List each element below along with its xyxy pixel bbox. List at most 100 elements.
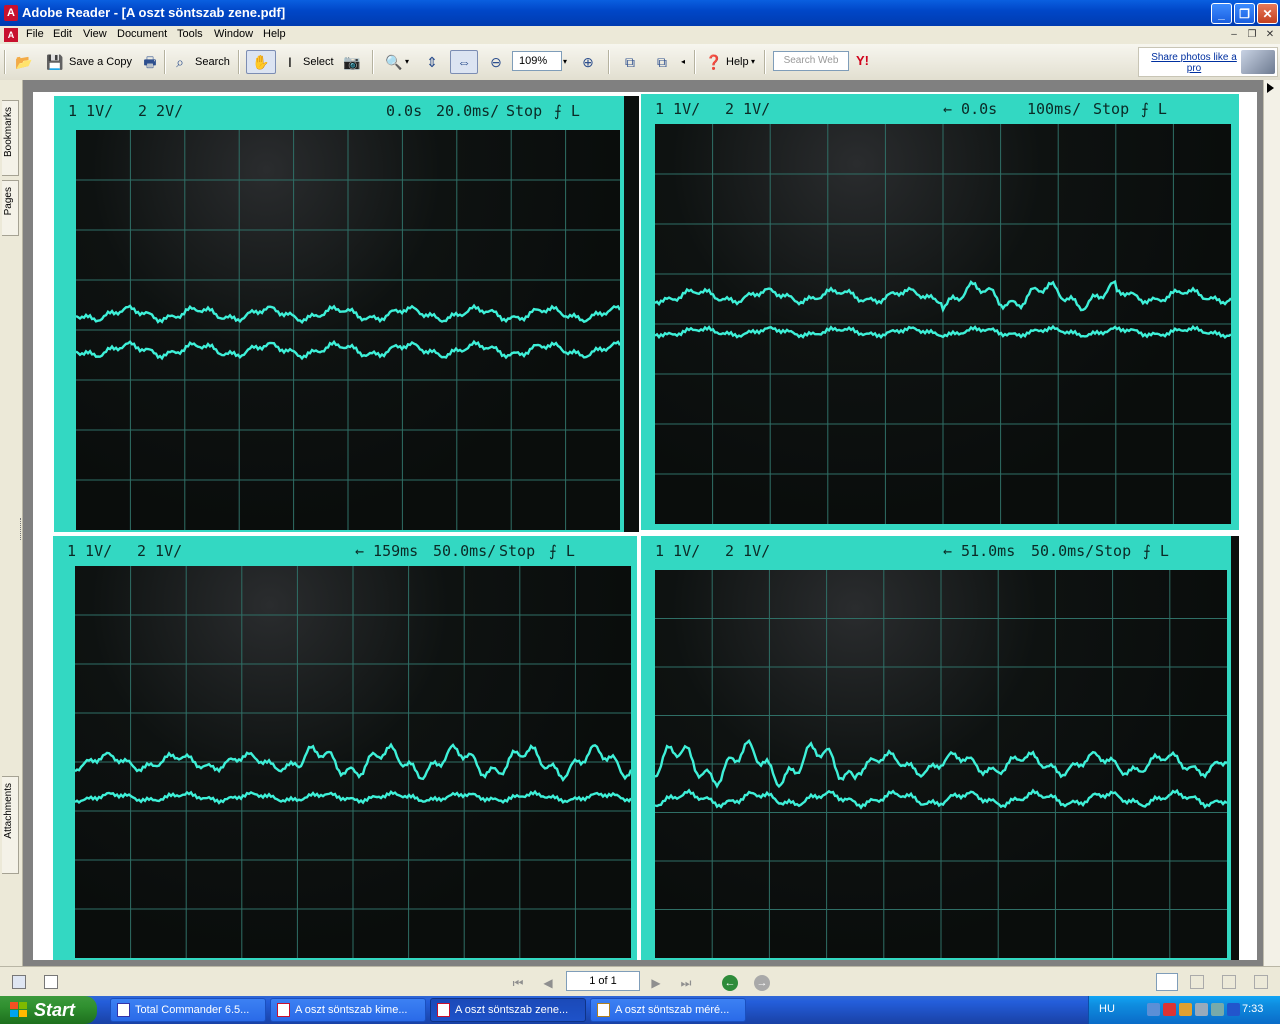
volume-icon[interactable] (1179, 1003, 1192, 1016)
first-page-icon[interactable]: ⏮ (510, 975, 526, 991)
attachments-tab[interactable]: Attachments (2, 776, 19, 874)
start-label: Start (34, 1000, 76, 1020)
scope-ch2: 2 1V/ (725, 542, 771, 560)
actual-size-icon[interactable]: ⇕ (422, 52, 442, 72)
doc-restore-icon[interactable]: ❐ (1245, 28, 1259, 41)
safely-remove-icon[interactable] (1211, 1003, 1224, 1016)
antivirus-shield-icon[interactable] (1163, 1003, 1176, 1016)
scope-ch1: 1 1V/ (655, 100, 701, 118)
document-icon[interactable]: A (4, 28, 18, 42)
scope-header: 1 1V/ 2 2V/ 0.0s 20.0ms/ Stop ⨍ L (68, 102, 625, 124)
open-folder-icon[interactable]: 📂 (14, 52, 34, 72)
task-label: A oszt söntszab kime... (295, 1004, 408, 1016)
bluetooth-icon[interactable] (1227, 1003, 1240, 1016)
help-icon[interactable]: ❓ (704, 52, 724, 72)
save-copy-button[interactable]: Save a Copy (69, 56, 132, 68)
menu-edit[interactable]: Edit (53, 28, 72, 40)
vertical-scrollbar[interactable] (1263, 80, 1280, 966)
task-pdf-kime[interactable]: A oszt söntszab kime... (270, 998, 426, 1022)
rotate-page-icon[interactable]: ⧉ (652, 52, 672, 72)
oscilloscope-image-2: 1 1V/ 2 1V/ ← 0.0s 100ms/ Stop ⨍ L (641, 94, 1239, 530)
help-dropdown-icon[interactable]: ▾ (748, 52, 758, 72)
scope-plot (75, 566, 631, 958)
next-page-icon[interactable]: ▶ (648, 975, 664, 991)
page-number-input[interactable]: 1 of 1 (566, 971, 640, 991)
scope-timebase: 50.0ms/ (1031, 542, 1095, 560)
binoculars-icon[interactable]: ⌕ (170, 52, 190, 72)
pdf-icon (277, 1003, 290, 1017)
menu-help[interactable]: Help (263, 28, 286, 40)
task-label: A oszt söntszab méré... (615, 1004, 730, 1016)
menu-tools[interactable]: Tools (177, 28, 203, 40)
language-indicator[interactable]: HU (1099, 1003, 1115, 1015)
total-commander-icon (117, 1003, 130, 1017)
continuous-view-icon[interactable] (1190, 975, 1204, 989)
continuous-facing-view-icon[interactable] (1254, 975, 1268, 989)
menu-file[interactable]: File (26, 28, 44, 40)
toolbar-grip (4, 50, 6, 74)
scope-header: 1 1V/ 2 1V/ ← 51.0ms 50.0ms/ Stop ⨍ L (655, 542, 1225, 564)
task-pdf-zene[interactable]: A oszt söntszab zene... (430, 998, 586, 1022)
previous-page-icon[interactable]: ◀ (540, 975, 556, 991)
document-view[interactable]: 1 1V/ 2 2V/ 0.0s 20.0ms/ Stop ⨍ L 1 1V/ … (23, 80, 1263, 966)
bookmarks-tab[interactable]: Bookmarks (2, 100, 19, 176)
scope-state: Stop (1093, 100, 1130, 118)
menu-window[interactable]: Window (214, 28, 253, 40)
tray-app-icon[interactable] (1195, 1003, 1208, 1016)
windows-logo-icon (10, 1002, 28, 1018)
bookmarks-tab-label: Bookmarks (3, 107, 14, 158)
oscilloscope-image-3: 1 1V/ 2 1V/ ← 159ms 50.0ms/ Stop ⨍ L (53, 536, 637, 960)
snapshot-camera-icon[interactable]: 📷 (342, 52, 362, 72)
single-page-view-icon[interactable] (1156, 973, 1178, 991)
adobe-reader-icon: A (4, 5, 18, 21)
zoom-input[interactable]: 109% (512, 51, 562, 71)
search-button[interactable]: Search (195, 56, 230, 68)
go-back-icon[interactable]: ← (722, 975, 738, 991)
status-bar: ⏮ ◀ ▶ ⏭ ← → (0, 966, 1280, 997)
menu-bar: A File Edit View Document Tools Window H… (0, 26, 1280, 44)
scope-timebase: 50.0ms/ (433, 542, 497, 560)
page-size-icon[interactable] (44, 975, 58, 989)
menu-view[interactable]: View (83, 28, 107, 40)
zoom-out-icon[interactable]: ⊖ (486, 52, 506, 72)
scope-position: ← 159ms (355, 542, 419, 560)
ad-banner[interactable]: Share photos like a pro (1138, 47, 1278, 77)
start-button[interactable]: Start (0, 996, 97, 1024)
scope-screen (655, 124, 1231, 524)
network-icon[interactable] (1147, 1003, 1160, 1016)
facing-view-icon[interactable] (1222, 975, 1236, 989)
zoom-dropdown-icon[interactable]: ▾ (402, 52, 412, 72)
window-title: Adobe Reader - [A oszt söntszab zene.pdf… (22, 5, 286, 20)
go-forward-icon[interactable]: → (754, 975, 770, 991)
task-word-mere[interactable]: A oszt söntszab méré... (590, 998, 746, 1022)
scroll-arrow-icon[interactable] (1267, 83, 1274, 93)
doc-minimize-icon[interactable]: – (1227, 28, 1241, 41)
oscilloscope-image-4: 1 1V/ 2 1V/ ← 51.0ms 50.0ms/ Stop ⨍ L (641, 536, 1239, 960)
last-page-icon[interactable]: ⏭ (678, 975, 694, 991)
toolbar-more-icon[interactable]: ◂ (678, 52, 688, 72)
rotate-view-icon[interactable]: ⧉ (620, 52, 640, 72)
scope-ch1: 1 1V/ (67, 542, 113, 560)
clock: 7:33 (1242, 1003, 1264, 1015)
close-button[interactable]: ✕ (1257, 3, 1278, 24)
yahoo-logo-icon[interactable]: Y! (856, 53, 869, 68)
document-status-icon[interactable] (12, 975, 26, 989)
select-tool-button[interactable]: Select (303, 56, 334, 68)
maximize-button[interactable]: ❐ (1234, 3, 1255, 24)
ad-link[interactable]: Share photos like a pro (1145, 52, 1243, 74)
save-icon[interactable]: 💾 (45, 52, 65, 72)
select-cursor-icon[interactable]: I (280, 52, 300, 72)
help-button[interactable]: Help (726, 56, 749, 68)
zoom-in-tool-icon[interactable]: 🔍 (384, 52, 404, 72)
oscilloscope-image-1: 1 1V/ 2 2V/ 0.0s 20.0ms/ Stop ⨍ L (54, 96, 639, 532)
search-web-input[interactable]: Search Web (773, 51, 849, 71)
print-icon[interactable]: 🖶 (140, 52, 160, 72)
fit-width-icon: ⇔ (457, 54, 471, 70)
menu-document[interactable]: Document (117, 28, 167, 40)
minimize-button[interactable]: _ (1211, 3, 1232, 24)
doc-close-icon[interactable]: ✕ (1263, 28, 1277, 41)
task-total-commander[interactable]: Total Commander 6.5... (110, 998, 266, 1022)
pages-tab[interactable]: Pages (2, 180, 19, 236)
scope-screen (655, 570, 1227, 958)
zoom-in-icon[interactable]: ⊕ (578, 52, 598, 72)
